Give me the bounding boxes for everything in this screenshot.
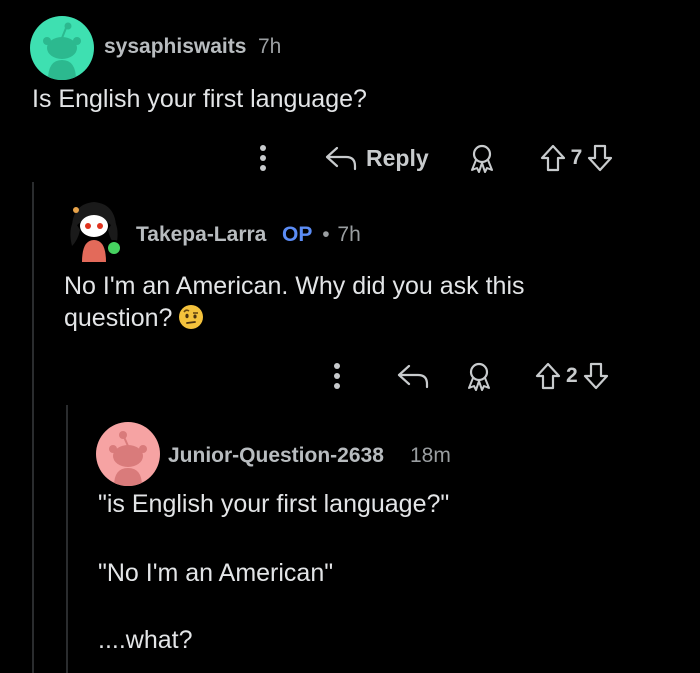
reply-label: Reply [366, 144, 429, 171]
vote-controls: 2 [534, 361, 610, 391]
avatar[interactable] [62, 190, 126, 262]
more-button[interactable] [322, 362, 352, 390]
upvote-arrow-icon [535, 362, 561, 390]
reply-button[interactable] [396, 363, 430, 389]
downvote-arrow-icon [588, 144, 613, 172]
comment-meta: OP • 7h [282, 223, 361, 247]
upvote-button[interactable] [534, 361, 562, 391]
username[interactable]: sysaphiswaits [104, 35, 246, 59]
reply-arrow-icon [325, 146, 357, 171]
award-button[interactable] [467, 143, 497, 173]
more-vertical-icon [260, 145, 266, 171]
more-button[interactable] [248, 144, 278, 172]
timestamp: 18m [410, 444, 451, 467]
downvote-button[interactable] [582, 361, 610, 391]
award-button[interactable] [464, 361, 494, 391]
downvote-arrow-icon [583, 362, 608, 390]
username[interactable]: Junior-Question-2638 [168, 444, 384, 468]
thread-line-level-2[interactable] [66, 405, 68, 673]
comment-body-line: "No I'm an American" [98, 559, 334, 587]
award-icon [468, 362, 490, 391]
comment-actions: Reply 7 [248, 138, 614, 178]
meta-separator: • [322, 223, 330, 246]
comment-body-line: ....what? [98, 626, 193, 654]
snoo-avatar-icon [43, 22, 81, 80]
timestamp: 7h [258, 35, 282, 58]
comment-body: No I'm an American. Why did you ask this… [64, 270, 584, 334]
award-icon [470, 144, 493, 173]
op-badge: OP [282, 223, 313, 246]
thread-line-level-1[interactable] [32, 182, 34, 673]
reply-button[interactable]: Reply [324, 145, 429, 172]
snoo-avatar-icon [109, 431, 147, 486]
vote-count: 7 [570, 146, 583, 169]
snoo-custom-avatar-icon [70, 202, 122, 262]
more-vertical-icon [334, 363, 340, 389]
comment-body-line: "is English your first language?" [98, 490, 450, 518]
avatar[interactable] [96, 422, 160, 486]
reply-arrow-icon [397, 364, 429, 389]
upvote-arrow-icon [540, 144, 565, 172]
vote-count: 2 [566, 364, 578, 387]
avatar[interactable] [30, 16, 94, 80]
comment-body: Is English your first language? [32, 85, 367, 113]
downvote-button[interactable] [586, 143, 614, 173]
username[interactable]: Takepa-Larra [136, 223, 266, 247]
comment-actions: 2 [322, 356, 610, 396]
comment-body-text: No I'm an American. Why did you ask this… [64, 272, 525, 332]
timestamp: 7h [337, 223, 361, 246]
upvote-button[interactable] [539, 143, 567, 173]
vote-controls: 7 [539, 143, 615, 173]
face-with-raised-eyebrow-icon [179, 305, 204, 329]
